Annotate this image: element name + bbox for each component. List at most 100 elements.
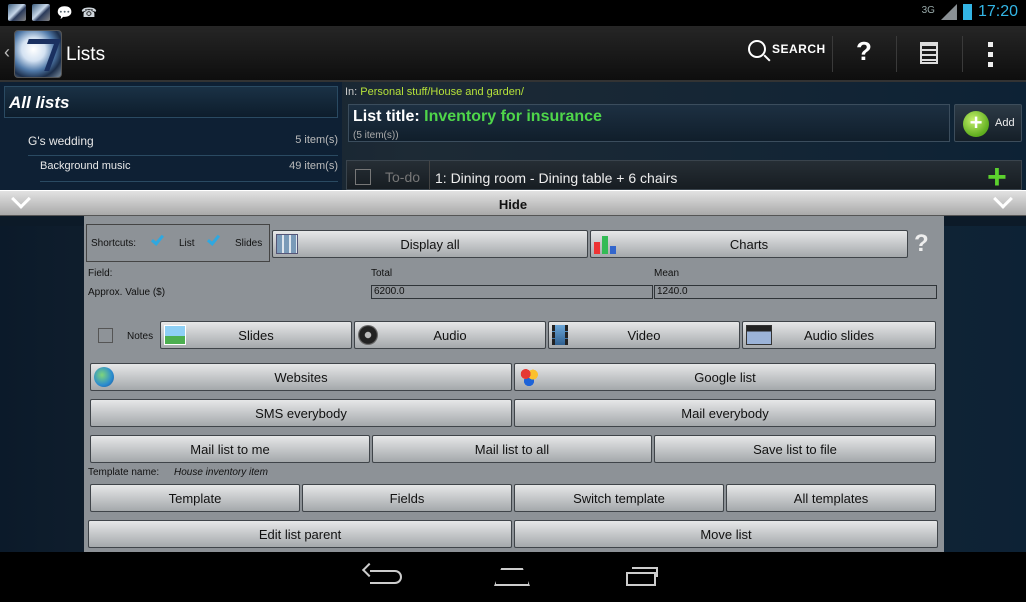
mail-list-to-all-button[interactable]: Mail list to all: [372, 435, 652, 463]
hide-bar[interactable]: Hide: [0, 189, 1026, 216]
tools-panel: Shortcuts: List Slides Display all Chart…: [84, 216, 944, 552]
film-icon: [552, 325, 568, 345]
list-item-count: 49 item(s): [289, 160, 338, 172]
total-label: Total: [371, 268, 393, 279]
list-item[interactable]: G's wedding 5 item(s): [28, 134, 338, 156]
audio-slides-label: Audio slides: [803, 327, 875, 343]
add-button[interactable]: + Add: [954, 104, 1022, 142]
template-button[interactable]: Template: [90, 484, 300, 512]
chat-icon: 💬: [56, 4, 74, 20]
save-list-to-file-button[interactable]: Save list to file: [654, 435, 936, 463]
charts-label: Charts: [729, 236, 769, 252]
action-bar: ‹ Lists SEARCH ?: [0, 26, 1026, 82]
back-icon[interactable]: [370, 570, 402, 584]
status-right: 3G 17:20: [922, 3, 1018, 21]
add-item-icon[interactable]: +: [987, 160, 1007, 194]
add-label: Add: [995, 117, 1015, 129]
image-icon: [164, 325, 186, 345]
list-title: List title: Inventory for insurance: [353, 108, 602, 126]
list-shortcut-label: List: [179, 238, 195, 249]
notification-icons: 💬 ☎: [8, 4, 98, 21]
shortcuts-label: Shortcuts:: [91, 238, 137, 249]
bar-chart-icon: [594, 236, 616, 254]
sms-everybody-button[interactable]: SMS everybody: [90, 399, 512, 427]
plus-circle-icon: +: [963, 111, 989, 137]
globe-icon: [94, 367, 114, 387]
audio-button[interactable]: Audio: [354, 321, 546, 349]
app-logo-icon[interactable]: [14, 30, 62, 78]
websites-label: Websites: [274, 369, 328, 385]
template-name: House inventory item: [174, 467, 268, 478]
google-list-label: Google list: [694, 369, 756, 385]
speaker-icon: [358, 325, 378, 345]
signal-icon: [940, 4, 957, 20]
mean-value: 1240.0: [654, 285, 937, 299]
item-text: 1: Dining room - Dining table + 6 chairs: [435, 170, 678, 186]
missed-call-icon: ☎: [80, 4, 98, 20]
mail-everybody-button[interactable]: Mail everybody: [514, 399, 936, 427]
overflow-menu-icon[interactable]: [988, 42, 993, 67]
list-title-box[interactable]: List title: Inventory for insurance (5 i…: [348, 104, 950, 142]
template-name-label: Template name:: [88, 467, 160, 478]
video-button[interactable]: Video: [548, 321, 740, 349]
divider: [896, 36, 897, 72]
navigation-bar: [0, 552, 1026, 602]
notes-checkbox[interactable]: [98, 328, 113, 343]
fields-button[interactable]: Fields: [302, 484, 512, 512]
field-label: Field:: [88, 268, 113, 279]
todo-row[interactable]: To-do 1: Dining room - Dining table + 6 …: [346, 160, 1022, 194]
check-icon: [150, 232, 165, 246]
list-path[interactable]: Personal stuff/House and garden/: [360, 86, 524, 98]
search-button[interactable]: SEARCH: [748, 40, 826, 58]
slides-shortcut-checkbox[interactable]: [206, 232, 223, 251]
in-label: In:: [345, 86, 358, 98]
search-icon: [748, 40, 766, 58]
all-templates-button[interactable]: All templates: [726, 484, 936, 512]
switch-template-button[interactable]: Switch template: [514, 484, 724, 512]
list-detail: In: Personal stuff/House and garden/ Lis…: [342, 82, 1026, 194]
notes-label: Notes: [127, 331, 154, 342]
screen: 💬 ☎ 3G 17:20 ‹ Lists SEARCH ? All lists …: [0, 0, 1026, 602]
app-notification-icon: [8, 4, 26, 21]
divider: [832, 36, 833, 72]
clock: 17:20: [977, 3, 1018, 20]
up-caret-icon[interactable]: ‹: [4, 42, 10, 63]
slides-label: Slides: [238, 327, 274, 343]
home-icon[interactable]: [494, 568, 530, 586]
lists-sidebar: All lists G's wedding 5 item(s) Backgrou…: [0, 82, 342, 192]
list-title-value: Inventory for insurance: [424, 108, 602, 125]
recent-apps-icon-back: [632, 567, 658, 577]
list-shortcut-checkbox[interactable]: [150, 232, 167, 251]
mail-list-to-me-button[interactable]: Mail list to me: [90, 435, 370, 463]
grid-icon: [276, 234, 298, 254]
websites-button[interactable]: Websites: [90, 363, 512, 391]
move-list-button[interactable]: Move list: [514, 520, 938, 548]
display-all-button[interactable]: Display all: [272, 230, 588, 258]
shortcuts-group: Shortcuts: List Slides: [86, 224, 270, 262]
list-item-label: G's wedding: [28, 134, 94, 148]
charts-button[interactable]: Charts: [590, 230, 908, 258]
google-list-button[interactable]: Google list: [514, 363, 936, 391]
divider: [962, 36, 963, 72]
help-icon[interactable]: ?: [914, 230, 929, 258]
clapperboard-icon: [746, 325, 772, 345]
list-item[interactable]: Background music 49 item(s): [40, 160, 338, 182]
sidebar-header: All lists: [4, 86, 338, 118]
list-title-label: List title:: [353, 108, 420, 125]
audio-label: Audio: [433, 327, 467, 343]
status-bar: 💬 ☎ 3G 17:20: [0, 0, 1026, 26]
page-title: Lists: [66, 44, 106, 65]
video-label: Video: [627, 327, 661, 343]
todo-checkbox[interactable]: [355, 169, 371, 185]
audio-slides-button[interactable]: Audio slides: [742, 321, 936, 349]
edit-list-parent-button[interactable]: Edit list parent: [88, 520, 512, 548]
list-item-label: Background music: [40, 160, 131, 172]
list-view-icon[interactable]: [920, 42, 938, 64]
battery-icon: [962, 4, 972, 20]
mean-label: Mean: [654, 268, 680, 279]
slides-button[interactable]: Slides: [160, 321, 352, 349]
help-button[interactable]: ?: [856, 36, 872, 67]
hide-label: Hide: [498, 197, 528, 212]
field-name: Approx. Value ($): [88, 287, 166, 298]
divider: [429, 161, 430, 191]
